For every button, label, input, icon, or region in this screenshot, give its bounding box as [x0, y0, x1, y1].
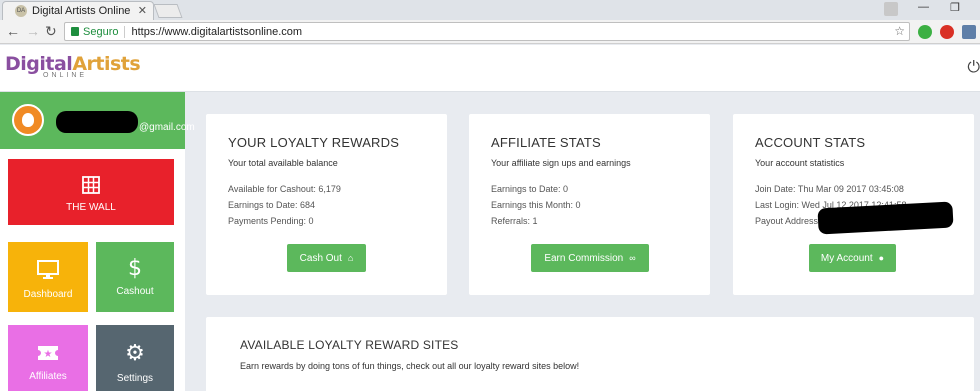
site-favicon-icon: DA [15, 5, 27, 17]
restore-icon[interactable]: ❐ [950, 1, 960, 14]
address-bar[interactable]: Seguro https://www.digitalartistsonline.… [64, 22, 910, 41]
new-tab-button[interactable] [153, 4, 183, 18]
user-email-suffix: @gmail.com [139, 122, 195, 133]
extension-red-icon[interactable] [940, 25, 954, 39]
bank-icon: ⌂ [347, 253, 354, 263]
site-logo[interactable]: DigitalArtists ONLINE [5, 53, 141, 79]
tab-title: Digital Artists Online [32, 5, 131, 17]
back-icon[interactable]: ← [6, 23, 20, 39]
user-icon: ● [878, 253, 885, 263]
sidebar-tile-label: THE WALL [66, 202, 116, 213]
earn-commission-button[interactable]: Earn Commission ∞ [531, 244, 649, 272]
sidebar-tile-the-wall[interactable]: THE WALL [8, 159, 174, 225]
card-subtitle: Your affiliate sign ups and earnings [491, 158, 631, 168]
sidebar-tile-label: Affiliates [29, 371, 67, 382]
reward-sites-card: AVAILABLE LOYALTY REWARD SITES Earn rewa… [206, 317, 974, 391]
lock-icon [71, 27, 79, 36]
close-tab-icon[interactable]: ✕ [138, 4, 147, 17]
card-subtitle: Your total available balance [228, 158, 338, 168]
affiliate-stats-card: AFFILIATE STATS Your affiliate sign ups … [469, 114, 710, 295]
site-header: DigitalArtists ONLINE ⏻ [0, 45, 980, 92]
button-label: Earn Commission [544, 252, 624, 264]
stat-earnings-this-month: Earnings this Month: 0 [491, 200, 581, 210]
button-label: My Account [820, 252, 873, 264]
reload-icon[interactable]: ↻ [45, 23, 57, 40]
gear-icon: ⚙ [125, 341, 145, 366]
svg-text:★: ★ [44, 349, 53, 360]
browser-toolbar: ← → ↻ Seguro https://www.digitalartistso… [0, 20, 980, 44]
url-text[interactable]: https://www.digitalartistsonline.com [131, 26, 302, 38]
redacted-email [56, 111, 138, 133]
sidebar-tile-affiliates[interactable]: ★ Affiliates [8, 325, 88, 391]
sidebar-tile-label: Settings [116, 373, 154, 384]
minimize-icon[interactable]: — [918, 1, 929, 13]
my-account-button[interactable]: My Account ● [809, 244, 896, 272]
sidebar-tile-label: Dashboard [23, 289, 73, 300]
grid-icon [82, 176, 100, 194]
stat-referrals: Referrals: 1 [491, 216, 538, 226]
card-subtitle: Your account statistics [755, 158, 845, 168]
browser-tab[interactable]: DA Digital Artists Online ✕ [2, 1, 154, 20]
sidebar-tile-dashboard[interactable]: Dashboard [8, 242, 88, 312]
stat-join-date: Join Date: Thu Mar 09 2017 03:45:08 [755, 184, 904, 194]
card-title: AVAILABLE LOYALTY REWARD SITES [240, 338, 459, 352]
user-panel: @gmail.com [0, 92, 195, 149]
sidebar-tile-label: Cashout [116, 286, 154, 297]
extension-green-icon[interactable] [918, 25, 932, 39]
card-subtitle: Earn rewards by doing tons of fun things… [240, 361, 580, 371]
card-title: YOUR LOYALTY REWARDS [228, 135, 400, 150]
browser-tab-bar: DA Digital Artists Online ✕ — ❐ [0, 0, 980, 20]
extension-blue-icon[interactable] [962, 25, 976, 39]
dollar-icon: $ [128, 256, 142, 281]
loyalty-rewards-card: YOUR LOYALTY REWARDS Your total availabl… [206, 114, 447, 295]
forward-icon[interactable]: → [26, 23, 40, 39]
redacted-payout-address [817, 201, 954, 235]
bookmark-star-icon[interactable]: ☆ [894, 24, 905, 38]
profile-icon[interactable] [884, 2, 898, 16]
button-label: Cash Out [299, 252, 342, 264]
stat-earnings-to-date: Earnings to Date: 684 [228, 200, 316, 210]
stat-available-cashout: Available for Cashout: 6,179 [228, 184, 341, 194]
card-title: AFFILIATE STATS [491, 135, 601, 150]
ticket-icon: ★ [38, 346, 58, 360]
logout-power-icon[interactable]: ⏻ [967, 59, 980, 77]
avatar[interactable] [12, 104, 44, 136]
stat-earnings-to-date: Earnings to Date: 0 [491, 184, 569, 194]
link-icon: ∞ [629, 253, 636, 263]
sidebar-tile-settings[interactable]: ⚙ Settings [96, 325, 174, 391]
sidebar: @gmail.com THE WALL Dashboard $ Cashout … [0, 92, 195, 391]
monitor-icon [37, 260, 59, 279]
secure-label: Seguro [83, 25, 126, 38]
card-title: ACCOUNT STATS [755, 135, 866, 150]
cash-out-button[interactable]: Cash Out ⌂ [287, 244, 366, 272]
account-stats-card: ACCOUNT STATS Your account statistics Jo… [733, 114, 974, 295]
sidebar-tile-cashout[interactable]: $ Cashout [96, 242, 174, 312]
stat-payments-pending: Payments Pending: 0 [228, 216, 314, 226]
